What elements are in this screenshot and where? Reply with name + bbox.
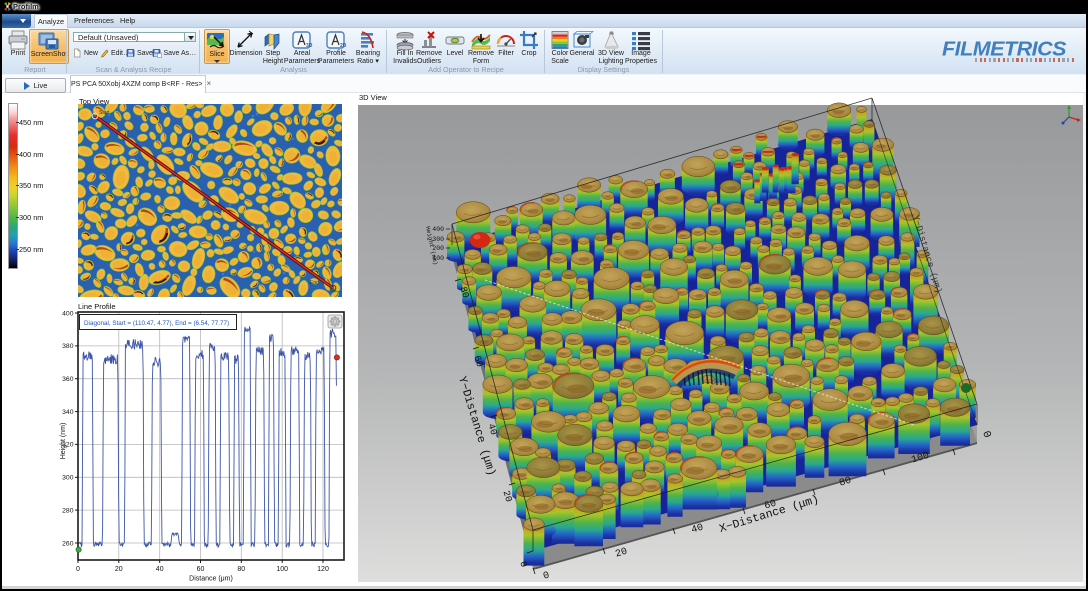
svg-text:100: 100 bbox=[276, 566, 288, 573]
svg-text:Start: Start bbox=[99, 110, 110, 116]
svg-text:0: 0 bbox=[76, 566, 80, 573]
svg-text:380: 380 bbox=[62, 343, 74, 350]
svg-text:120: 120 bbox=[317, 566, 329, 573]
svg-text:280: 280 bbox=[62, 507, 74, 514]
svg-text:300: 300 bbox=[62, 475, 74, 482]
svg-text:2D: 2D bbox=[340, 43, 347, 49]
svg-text:End: End bbox=[310, 280, 319, 286]
svg-text:400: 400 bbox=[62, 310, 74, 317]
svg-text:20: 20 bbox=[115, 566, 123, 573]
svg-text:Distance (μm): Distance (μm) bbox=[189, 576, 233, 583]
svg-text:60: 60 bbox=[197, 566, 205, 573]
svg-text:360: 360 bbox=[62, 376, 74, 383]
svg-text:260: 260 bbox=[62, 540, 74, 547]
svg-text:40: 40 bbox=[156, 566, 164, 573]
svg-text:400: 400 bbox=[432, 226, 444, 233]
svg-text:Diagonal, Start = (110.47, 4.7: Diagonal, Start = (110.47, 4.77), End = … bbox=[84, 320, 229, 327]
svg-text:Height (nm): Height (nm) bbox=[60, 423, 67, 460]
svg-text:3D: 3D bbox=[306, 43, 313, 49]
svg-text:80: 80 bbox=[237, 566, 245, 573]
svg-text:340: 340 bbox=[62, 409, 74, 416]
